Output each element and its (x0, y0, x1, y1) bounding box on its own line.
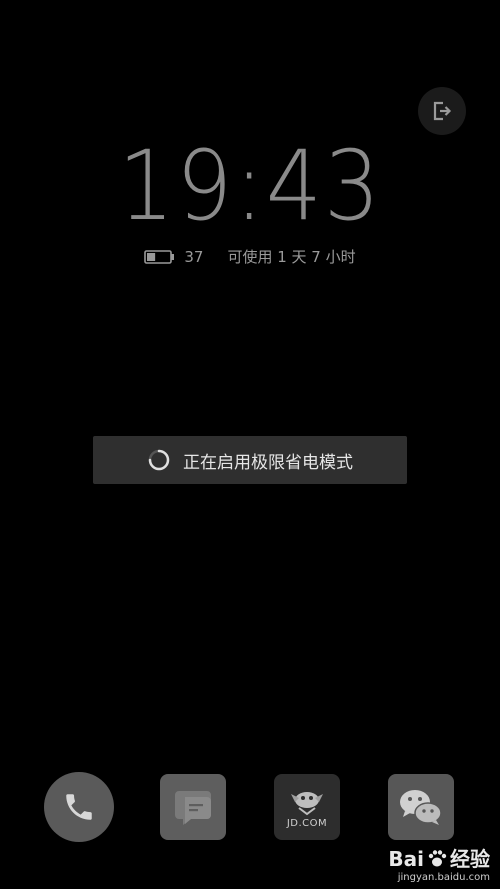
jd-icon (291, 791, 323, 815)
exit-power-saving-button[interactable] (418, 87, 466, 135)
wechat-icon (400, 790, 442, 825)
messages-app[interactable] (160, 774, 226, 840)
exit-icon (433, 101, 452, 121)
message-icon (175, 791, 211, 825)
battery-remaining: 可使用 1 天 7 小时 (227, 248, 356, 266)
battery-icon (144, 249, 175, 264)
jd-app-label: JD.COM (286, 817, 328, 829)
loading-spinner-icon (148, 449, 170, 471)
battery-status: 37 可使用 1 天 7 小时 (0, 246, 500, 267)
toast-message: 正在启用极限省电模式 (183, 452, 353, 473)
phone-app[interactable] (44, 772, 114, 842)
battery-level: 37 (184, 247, 204, 266)
watermark-brand-suffix: 经验 (450, 847, 490, 871)
clock-time: 19:43 (118, 130, 382, 242)
paw-icon (428, 850, 447, 867)
jd-app[interactable]: JD.COM (274, 774, 340, 840)
app-dock: JD.COM (0, 772, 500, 842)
phone-icon (66, 794, 92, 820)
power-saving-toast: 正在启用极限省电模式 (93, 436, 407, 484)
watermark-brand: Bai (388, 847, 424, 871)
watermark-url: jingyan.baidu.com (397, 872, 490, 883)
wechat-app[interactable] (388, 774, 454, 840)
baidu-jingyan-watermark: Bai 经验 jingyan.baidu.com (388, 848, 490, 883)
